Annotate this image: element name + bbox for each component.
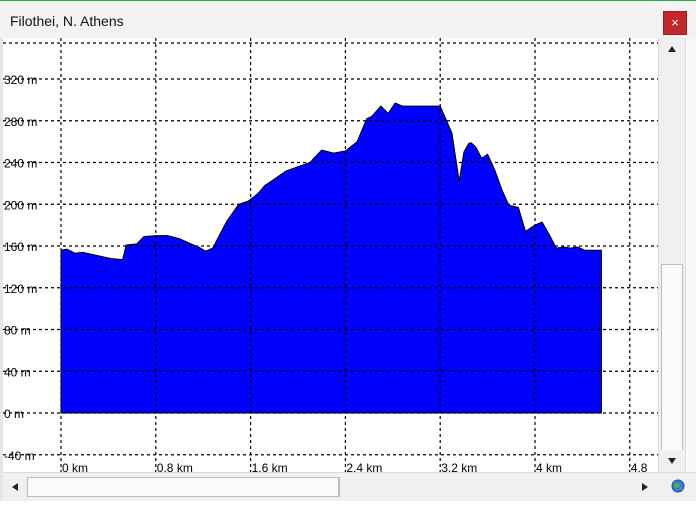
y-tick-label: 160 m: [4, 240, 37, 254]
x-tick-label: 4.8: [631, 461, 648, 472]
y-tick-label: -40 m: [4, 449, 35, 463]
right-edge-strip: [687, 38, 696, 472]
close-button[interactable]: ×: [663, 11, 687, 35]
vertical-scrollbar[interactable]: [658, 38, 686, 472]
up-arrow-icon: [668, 46, 676, 52]
y-tick-label: 320 m: [4, 73, 37, 87]
horizontal-scrollbar[interactable]: [3, 472, 658, 501]
x-tick-label: 1.6 km: [252, 461, 288, 472]
x-tick-label: 0 km: [62, 461, 88, 472]
title-bar: Filothei, N. Athens ×: [0, 0, 696, 38]
x-tick-label: 0.8 km: [157, 461, 193, 472]
x-tick-label: 4 km: [536, 461, 562, 472]
x-tick-label: 2.4 km: [346, 461, 382, 472]
elevation-area: [60, 102, 602, 414]
elevation-chart: 320 m 280 m 240 m 200 m 160 m 120 m 80 m 40 m 0 …: [3, 38, 658, 472]
y-tick-label: 40 m: [4, 365, 31, 379]
y-tick-label: 280 m: [4, 115, 37, 129]
y-tick-label: 0 m: [4, 407, 24, 421]
y-tick-label: 200 m: [4, 198, 37, 212]
window-title: Filothei, N. Athens: [10, 13, 124, 29]
y-tick-label: 240 m: [4, 157, 37, 171]
scroll-corner: [658, 472, 696, 501]
scroll-left-button[interactable]: [3, 477, 27, 497]
scroll-down-button[interactable]: [659, 450, 685, 472]
y-tick-label: 80 m: [4, 324, 31, 338]
y-tick-label: 120 m: [4, 282, 37, 296]
vertical-scroll-thumb[interactable]: [661, 264, 683, 460]
right-arrow-icon: [642, 483, 648, 491]
scroll-right-button[interactable]: [633, 477, 657, 497]
close-icon: ×: [671, 15, 679, 30]
scroll-track-divider: [339, 477, 340, 497]
left-arrow-icon: [12, 483, 18, 491]
down-arrow-icon: [668, 458, 676, 464]
x-tick-label: 3.2 km: [441, 461, 477, 472]
globe-icon[interactable]: [671, 479, 685, 493]
chart-panel: 320 m 280 m 240 m 200 m 160 m 120 m 80 m 40 m 0 …: [0, 38, 696, 501]
scroll-up-button[interactable]: [659, 38, 685, 60]
horizontal-scroll-thumb[interactable]: [27, 477, 339, 497]
